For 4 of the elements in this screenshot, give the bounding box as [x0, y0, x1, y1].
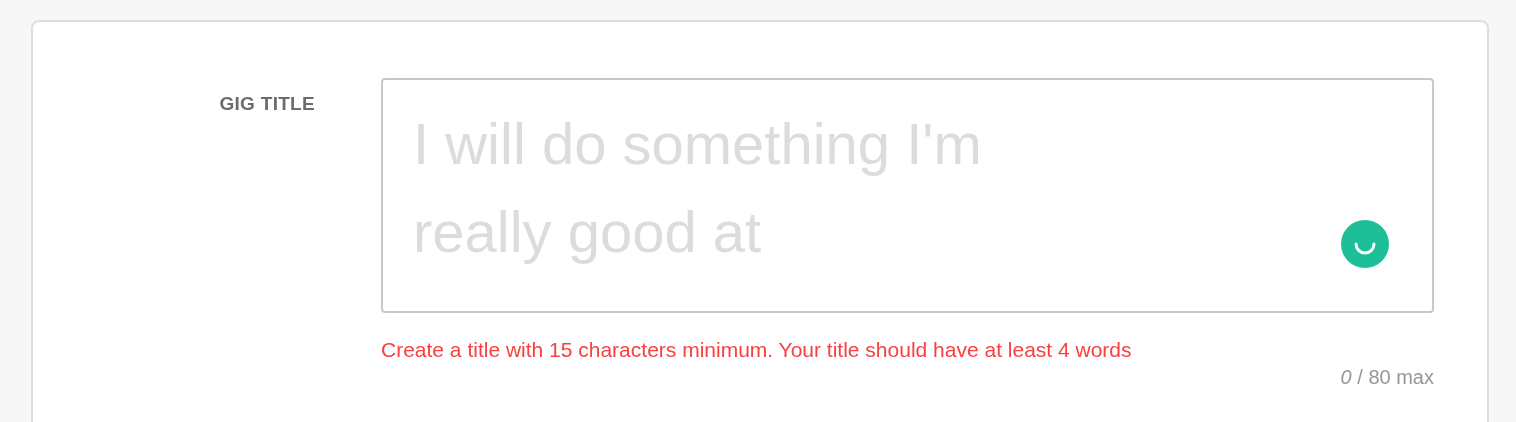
- field-label: GIG TITLE: [218, 92, 315, 116]
- error-message: Create a title with 15 characters minimum. Your title should have at least 4 words: [381, 337, 1133, 363]
- character-counter: 0 / 80 max: [1340, 365, 1434, 390]
- progress-icon: [1341, 220, 1389, 268]
